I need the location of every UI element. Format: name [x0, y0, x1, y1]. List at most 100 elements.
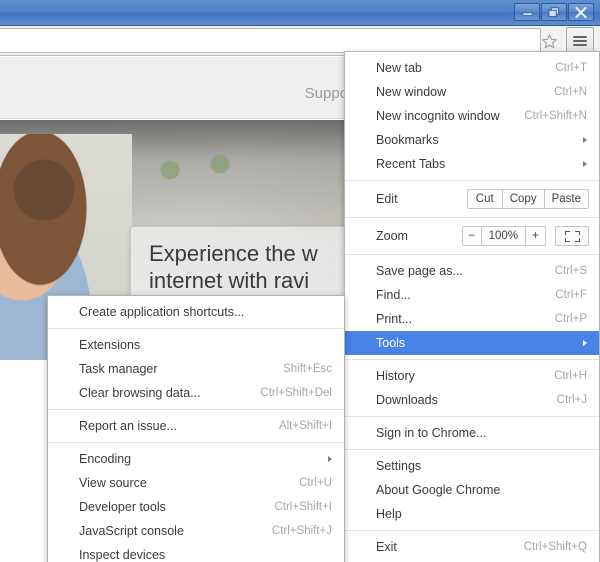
menu-separator — [48, 328, 344, 329]
menu-item-create-application-shortcuts[interactable]: Create application shortcuts... — [48, 300, 344, 324]
edit-button-group: Cut Copy Paste — [466, 189, 589, 209]
menu-item-label: Bookmarks — [376, 133, 439, 147]
menu-item-inspect-devices[interactable]: Inspect devices — [48, 543, 344, 562]
menu-item-label: View source — [79, 476, 147, 490]
window-controls — [514, 3, 594, 21]
close-button[interactable] — [568, 3, 594, 21]
zoom-in-button[interactable]: + — [526, 226, 546, 246]
menu-separator — [48, 442, 344, 443]
menu-item-clear-browsing-data[interactable]: Clear browsing data... Ctrl+Shift+Del — [48, 381, 344, 405]
menu-item-label: History — [376, 369, 415, 383]
menu-item-about-google-chrome[interactable]: About Google Chrome — [345, 478, 599, 502]
menu-item-label: About Google Chrome — [376, 483, 501, 497]
menu-item-javascript-console[interactable]: JavaScript console Ctrl+Shift+J — [48, 519, 344, 543]
menu-row-zoom: Zoom −100% + — [345, 222, 599, 250]
menu-item-downloads[interactable]: Downloads Ctrl+J — [345, 388, 599, 412]
restore-button[interactable] — [541, 3, 567, 21]
menu-item-exit[interactable]: Exit Ctrl+Shift+Q — [345, 535, 599, 559]
menu-item-shortcut: Ctrl+N — [554, 86, 587, 98]
menu-item-shortcut: Ctrl+S — [554, 265, 587, 277]
menu-item-shortcut: Ctrl+Shift+Del — [260, 387, 332, 399]
menu-item-shortcut: Ctrl+Shift+J — [271, 525, 332, 537]
address-bar[interactable] — [0, 28, 541, 53]
menu-item-help[interactable]: Help — [345, 502, 599, 526]
menu-separator — [345, 416, 599, 417]
menu-item-developer-tools[interactable]: Developer tools Ctrl+Shift+I — [48, 495, 344, 519]
bookmark-star-icon[interactable] — [538, 30, 560, 52]
chrome-main-menu: New tab Ctrl+T New window Ctrl+N New incogni… — [344, 51, 600, 562]
menu-item-label: Downloads — [376, 393, 438, 407]
menu-item-task-manager[interactable]: Task manager Shift+Esc — [48, 357, 344, 381]
menu-item-tools[interactable]: Tools — [345, 331, 599, 355]
submenu-arrow-icon — [583, 137, 587, 143]
menu-separator — [345, 180, 599, 181]
menu-item-history[interactable]: History Ctrl+H — [345, 364, 599, 388]
menu-item-print[interactable]: Print... Ctrl+P — [345, 307, 599, 331]
menu-item-shortcut: Alt+Shift+I — [278, 420, 332, 432]
menu-item-label: Create application shortcuts... — [79, 305, 245, 319]
copy-button[interactable]: Copy — [502, 189, 545, 209]
chrome-tools-submenu: Create application shortcuts... Extension… — [47, 295, 345, 562]
menu-item-label: Report an issue... — [79, 419, 177, 433]
menu-item-shortcut: Ctrl+U — [299, 477, 332, 489]
menu-item-settings[interactable]: Settings — [345, 454, 599, 478]
menu-item-shortcut: Shift+Esc — [283, 363, 332, 375]
menu-item-save-page-as[interactable]: Save page as... Ctrl+S — [345, 259, 599, 283]
menu-item-view-source[interactable]: View source Ctrl+U — [48, 471, 344, 495]
menu-item-label: Settings — [376, 459, 422, 473]
menu-item-shortcut: Ctrl+Shift+I — [274, 501, 332, 513]
menu-item-shortcut: Ctrl+F — [555, 289, 587, 301]
menu-item-shortcut: Ctrl+J — [556, 394, 587, 406]
submenu-arrow-icon — [583, 340, 587, 346]
browser-window: Suppo Experience the w internet with rav… — [0, 0, 600, 562]
submenu-arrow-icon — [583, 161, 587, 167]
menu-item-recent-tabs[interactable]: Recent Tabs — [345, 152, 599, 176]
menu-item-label: New tab — [376, 61, 422, 75]
minimize-button[interactable] — [514, 3, 540, 21]
menu-item-label: Task manager — [79, 362, 158, 376]
menu-item-new-tab[interactable]: New tab Ctrl+T — [345, 56, 599, 80]
menu-item-label: Print... — [376, 312, 413, 326]
menu-item-label: Inspect devices — [79, 548, 166, 562]
hamburger-menu-icon[interactable] — [566, 27, 594, 54]
submenu-arrow-icon — [328, 456, 332, 462]
hamburger-line — [573, 35, 587, 38]
menu-item-encoding[interactable]: Encoding — [48, 447, 344, 471]
menu-item-find[interactable]: Find... Ctrl+F — [345, 283, 599, 307]
menu-item-report-an-issue[interactable]: Report an issue... Alt+Shift+I — [48, 414, 344, 438]
zoom-out-button[interactable]: − — [461, 226, 482, 246]
hamburger-line — [573, 43, 587, 46]
menu-separator — [345, 530, 599, 531]
menu-item-label: Developer tools — [79, 500, 166, 514]
menu-item-label: Tools — [376, 336, 406, 350]
menu-item-label: Recent Tabs — [376, 157, 446, 171]
menu-item-label: JavaScript console — [79, 524, 184, 538]
menu-item-shortcut: Ctrl+H — [554, 370, 587, 382]
menu-separator — [345, 449, 599, 450]
menu-item-label: Find... — [376, 288, 411, 302]
menu-separator — [48, 409, 344, 410]
menu-item-bookmarks[interactable]: Bookmarks — [345, 128, 599, 152]
menu-item-shortcut: Ctrl+P — [554, 313, 587, 325]
zoom-level-value[interactable]: 100% — [481, 226, 526, 246]
paste-button[interactable]: Paste — [544, 189, 589, 209]
menu-item-label: Exit — [376, 540, 397, 554]
menu-item-extensions[interactable]: Extensions — [48, 333, 344, 357]
menu-separator — [345, 359, 599, 360]
nav-support-link[interactable]: Suppo — [305, 85, 348, 102]
menu-label-edit: Edit — [376, 192, 398, 206]
menu-item-new-incognito-window[interactable]: New incognito window Ctrl+Shift+N — [345, 104, 599, 128]
menu-separator — [345, 254, 599, 255]
menu-row-edit: Edit Cut Copy Paste — [345, 185, 599, 213]
menu-item-label: New window — [376, 85, 447, 99]
menu-item-sign-in-to-chrome[interactable]: Sign in to Chrome... — [345, 421, 599, 445]
menu-item-label: Encoding — [79, 452, 132, 466]
fullscreen-button[interactable] — [555, 226, 589, 246]
menu-item-new-window[interactable]: New window Ctrl+N — [345, 80, 599, 104]
menu-item-shortcut: Ctrl+T — [555, 62, 587, 74]
menu-item-label: Sign in to Chrome... — [376, 426, 487, 440]
menu-item-label: Clear browsing data... — [79, 386, 201, 400]
hamburger-line — [573, 39, 587, 42]
cut-button[interactable]: Cut — [466, 189, 503, 209]
menu-label-zoom: Zoom — [376, 229, 408, 243]
